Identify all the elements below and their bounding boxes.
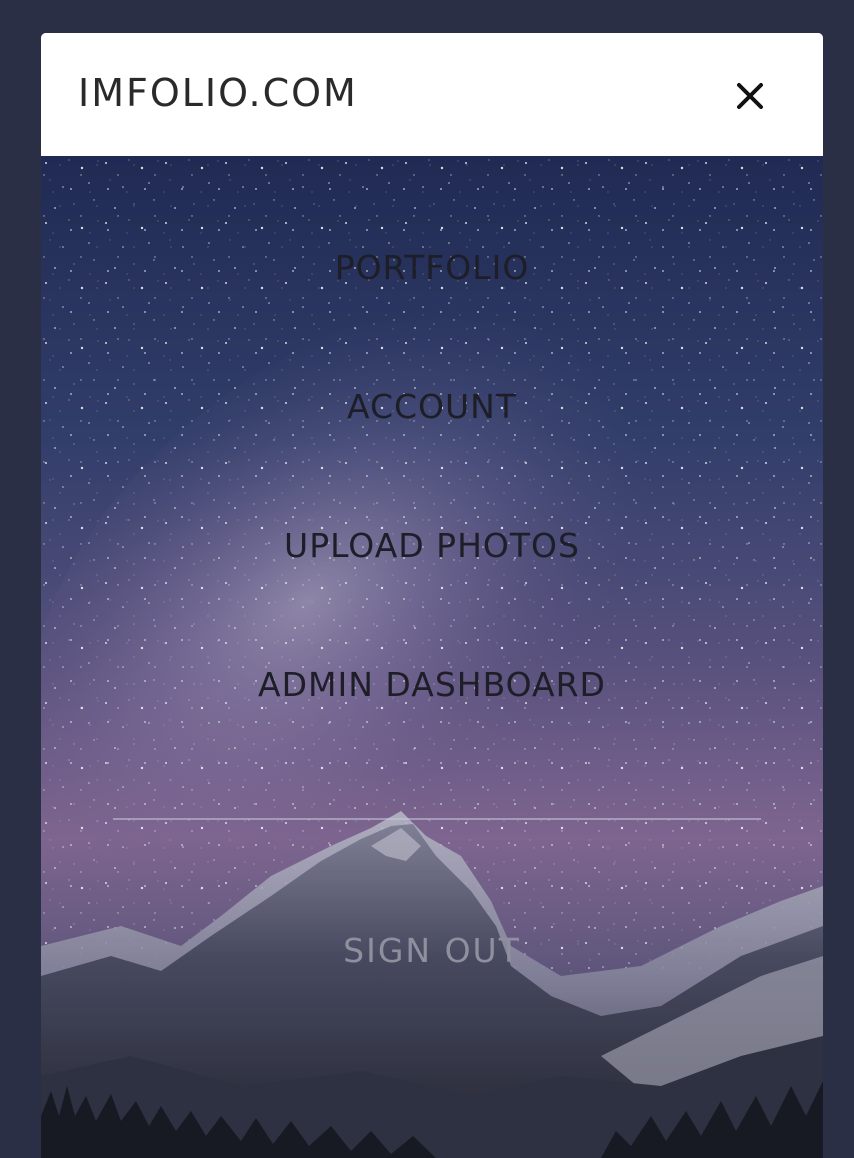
sign-out-button[interactable]: SIGN OUT bbox=[41, 931, 823, 970]
drawer-header: IMFOLIO.COM bbox=[41, 33, 823, 156]
brand-logo[interactable]: IMFOLIO.COM bbox=[78, 71, 358, 115]
nav-drawer: IMFOLIO.COM PORTFOLIO ACCOUNT UPLOAD PHO… bbox=[41, 33, 823, 1158]
close-button[interactable] bbox=[730, 76, 770, 116]
menu-item-account[interactable]: ACCOUNT bbox=[41, 387, 823, 426]
menu-item-upload-photos[interactable]: UPLOAD PHOTOS bbox=[41, 526, 823, 565]
menu-panel: PORTFOLIO ACCOUNT UPLOAD PHOTOS ADMIN DA… bbox=[41, 156, 823, 1158]
menu-item-portfolio[interactable]: PORTFOLIO bbox=[41, 248, 823, 287]
close-icon bbox=[737, 83, 763, 109]
menu-divider bbox=[113, 818, 761, 820]
menu-item-admin-dashboard[interactable]: ADMIN DASHBOARD bbox=[41, 665, 823, 704]
menu-list: PORTFOLIO ACCOUNT UPLOAD PHOTOS ADMIN DA… bbox=[41, 156, 823, 1158]
